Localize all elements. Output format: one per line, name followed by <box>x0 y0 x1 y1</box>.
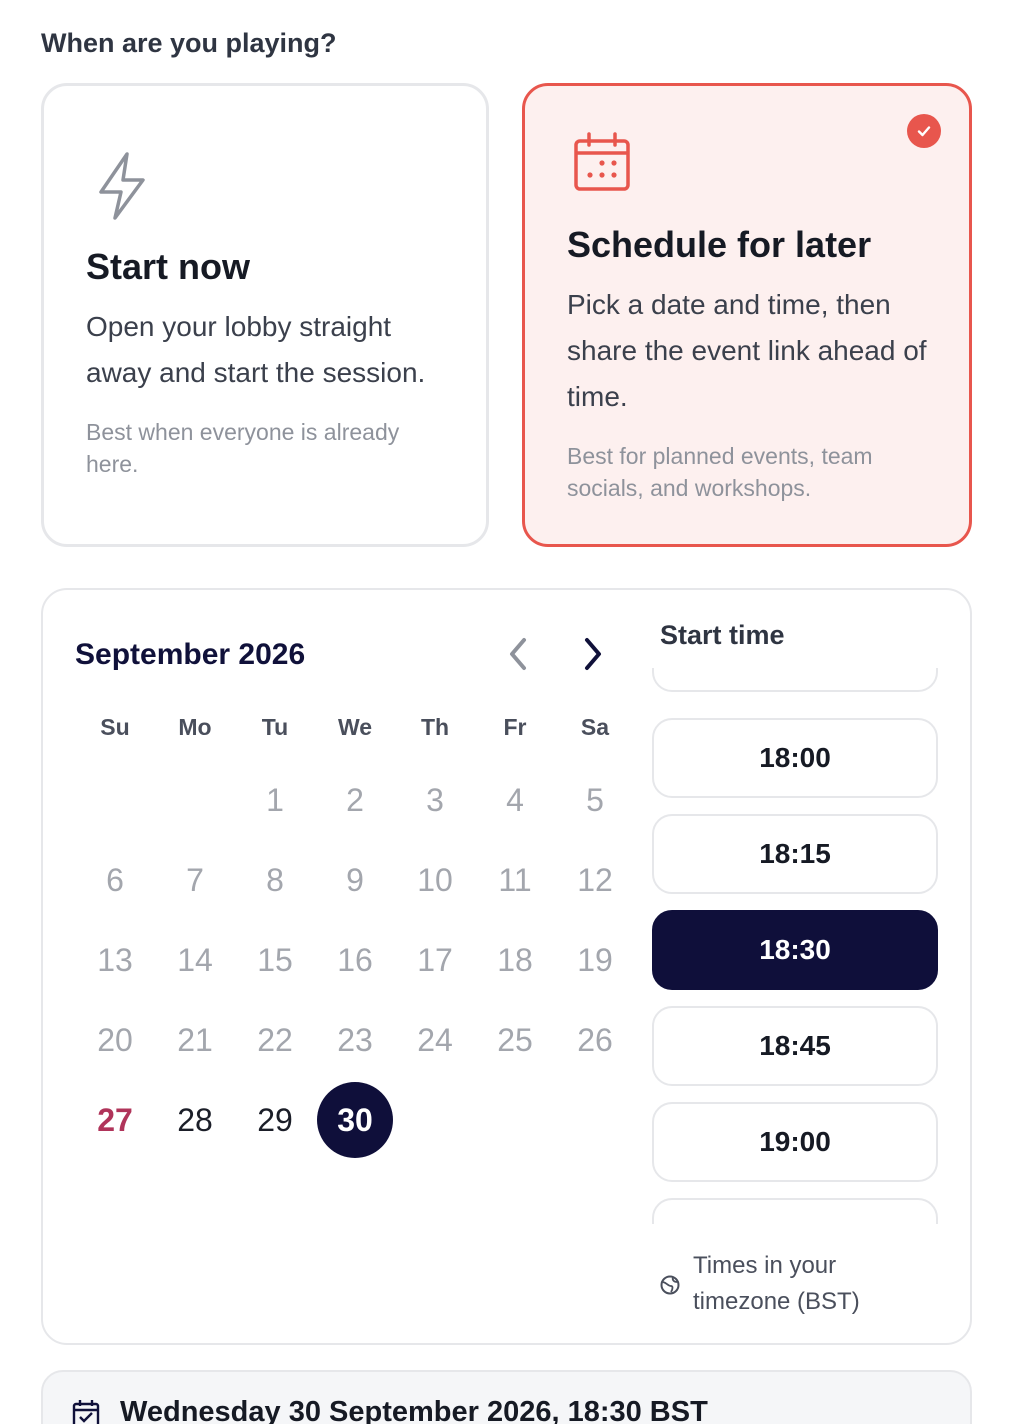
calendar-day: 15 <box>257 941 293 978</box>
schedule-later-title: Schedule for later <box>567 224 872 265</box>
time-slot[interactable] <box>652 668 938 692</box>
schedule-later-card[interactable]: Schedule for later Pick a date and time,… <box>522 83 972 547</box>
next-month-button[interactable] <box>573 634 613 674</box>
lightning-icon <box>93 150 153 222</box>
calendar-day: 12 <box>577 861 613 898</box>
calendar-day: 20 <box>97 1021 133 1058</box>
calendar-day: 18 <box>497 941 533 978</box>
calendar-day[interactable]: 27 <box>77 1082 153 1158</box>
weekday-label: Mo <box>178 714 212 740</box>
calendar-day: 7 <box>186 861 204 898</box>
chevron-right-icon <box>585 638 601 670</box>
schedule-later-description: Pick a date and time, then share the eve… <box>567 289 927 412</box>
start-now-note: Best when everyone is already here. <box>86 419 400 477</box>
calendar-day[interactable]: 29 <box>237 1082 313 1158</box>
calendar-day: 14 <box>177 941 213 978</box>
calendar-day: 10 <box>417 861 453 898</box>
calendar-day: 16 <box>337 941 373 978</box>
start-now-card[interactable]: Start now Open your lobby straight away … <box>41 83 489 547</box>
calendar-day: 9 <box>346 861 364 898</box>
calendar-day: 13 <box>97 941 133 978</box>
weekday-label: Sa <box>580 714 610 740</box>
calendar-day[interactable]: 30 <box>317 1082 393 1158</box>
time-slot[interactable]: 18:45 <box>652 1006 938 1086</box>
calendar-day: 21 <box>177 1021 213 1058</box>
selection-summary-text: Wednesday 30 September 2026, 18:30 BST <box>120 1396 708 1424</box>
calendar-icon <box>572 131 632 193</box>
time-slot[interactable] <box>652 1198 938 1224</box>
calendar-day: 17 <box>417 941 453 978</box>
calendar-day: 6 <box>106 861 124 898</box>
time-slot[interactable]: 19:00 <box>652 1102 938 1182</box>
time-slot[interactable]: 18:30 <box>652 910 938 990</box>
calendar-day: 19 <box>577 941 613 978</box>
calendar-day: 2 <box>346 781 364 818</box>
calendar-day[interactable]: 28 <box>157 1082 233 1158</box>
weekday-label: Tu <box>261 714 289 740</box>
calendar-day: 22 <box>257 1021 293 1058</box>
calendar-day: 23 <box>337 1021 373 1058</box>
timezone-note: Times in your timezone (BST) <box>693 1252 860 1315</box>
calendar-day: 3 <box>426 781 444 818</box>
question-heading: When are you playing? <box>41 28 337 58</box>
start-now-description: Open your lobby straight away and start … <box>86 311 426 388</box>
selection-summary: Wednesday 30 September 2026, 18:30 BST <box>41 1370 972 1424</box>
calendar-day: 25 <box>497 1021 533 1058</box>
weekday-label: We <box>337 714 373 740</box>
selected-check-icon <box>907 114 941 148</box>
calendar-month-label: September 2026 <box>75 638 306 671</box>
calendar-day: 11 <box>498 861 532 898</box>
time-slot-list[interactable]: 18:00 18:15 18:30 18:45 19:00 <box>650 668 942 1224</box>
calendar-day: 8 <box>266 861 284 898</box>
start-now-title: Start now <box>86 246 251 287</box>
calendar-day: 1 <box>266 781 284 818</box>
time-slot[interactable]: 18:15 <box>652 814 938 894</box>
previous-month-button[interactable] <box>498 634 538 674</box>
calendar-day: 4 <box>506 781 524 818</box>
calendar-day: 26 <box>577 1021 613 1058</box>
date-time-panel: September 2026 Su Mo Tu We Th Fr Sa 1234567891… <box>41 588 972 1345</box>
weekday-label: Su <box>100 714 130 740</box>
schedule-later-note: Best for planned events, team socials, a… <box>567 443 873 501</box>
globe-icon <box>659 1274 681 1296</box>
weekday-label: Fr <box>503 714 527 740</box>
calendar-day: 24 <box>417 1021 453 1058</box>
time-slot[interactable]: 18:00 <box>652 718 938 798</box>
start-time-label: Start time <box>660 620 785 650</box>
calendar-day: 5 <box>586 781 604 818</box>
calendar-check-icon <box>71 1398 101 1424</box>
chevron-left-icon <box>510 638 526 670</box>
weekday-label: Th <box>420 714 450 740</box>
